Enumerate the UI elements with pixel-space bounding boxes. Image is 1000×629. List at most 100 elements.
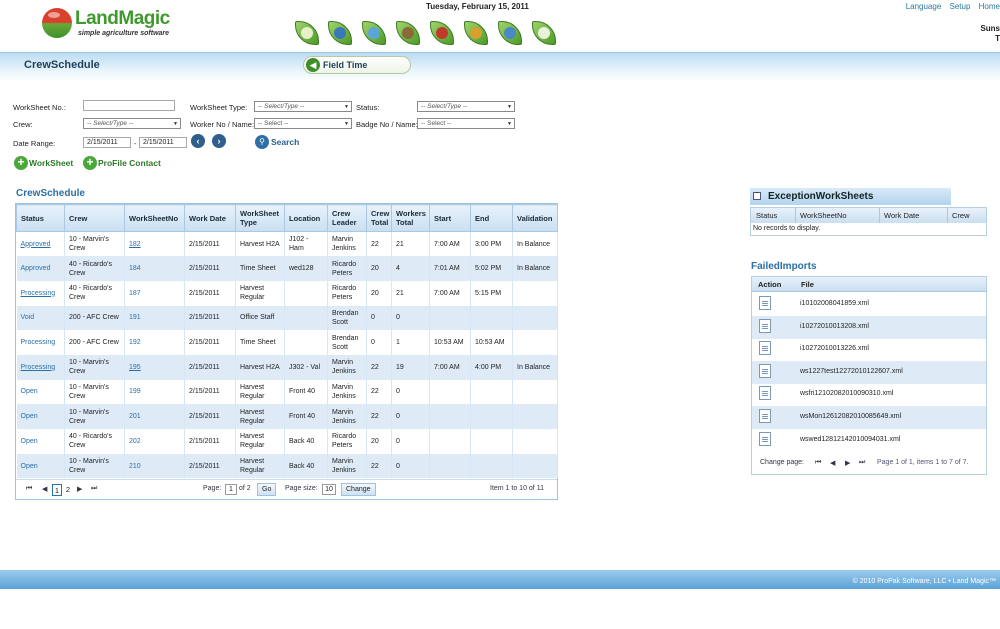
- location-value: J102 - Ham: [289, 236, 309, 253]
- globe-icon[interactable]: [326, 19, 354, 47]
- tractor-icon[interactable]: [462, 19, 490, 47]
- worksheet-no-link[interactable]: 184: [129, 265, 141, 272]
- status-link[interactable]: Open: [21, 463, 38, 470]
- status-link[interactable]: Approved: [21, 241, 51, 248]
- col-status[interactable]: Status: [16, 204, 65, 232]
- table-row[interactable]: Open 40 - Ricardo's Crew 202 2/15/2011 Harve…: [16, 429, 558, 454]
- col-workers-total[interactable]: Workers Total: [391, 204, 430, 232]
- fi-col-action[interactable]: Action: [758, 280, 781, 289]
- table-row[interactable]: Open 10 - Marvin's Crew 201 2/15/2011 Harves…: [16, 404, 558, 429]
- date-to-input[interactable]: 2/15/2011: [139, 137, 187, 148]
- status-link[interactable]: Open: [21, 413, 38, 420]
- blank-leaf-icon[interactable]: [293, 19, 321, 47]
- document-icon[interactable]: [759, 296, 771, 310]
- document-icon[interactable]: [759, 409, 771, 423]
- col-work-date[interactable]: Work Date: [184, 204, 236, 232]
- col-end[interactable]: End: [470, 204, 513, 232]
- page-1-link[interactable]: 1: [52, 484, 62, 496]
- col-crew[interactable]: Crew: [64, 204, 125, 232]
- table-row[interactable]: Void 200 - AFC Crew 191 2/15/2011 Office Sta…: [16, 305, 558, 331]
- exc-col-status[interactable]: Status: [756, 211, 777, 220]
- fi-col-file[interactable]: File: [801, 280, 814, 289]
- fi-last-page-icon[interactable]: ⏭: [859, 459, 865, 467]
- document-icon[interactable]: [759, 431, 771, 446]
- go-button[interactable]: Go: [257, 483, 277, 496]
- col-worksheet-type[interactable]: WorkSheet Type: [235, 204, 285, 232]
- col-crew-leader[interactable]: Crew Leader: [327, 204, 367, 232]
- barn-icon[interactable]: [394, 19, 422, 47]
- exc-col-worksheet-no[interactable]: WorkSheetNo: [800, 211, 847, 220]
- document-icon[interactable]: [759, 386, 771, 401]
- table-row[interactable]: Open 10 - Marvin's Crew 199 2/15/2011 Harves…: [16, 379, 558, 405]
- field-time-button[interactable]: ◀ Field Time: [303, 56, 411, 74]
- status-select[interactable]: -- Select/Type --: [417, 101, 515, 112]
- table-row[interactable]: Processing 40 - Ricardo's Crew 187 2/15/201…: [16, 280, 558, 306]
- col-validation[interactable]: Validation: [512, 204, 558, 232]
- page-size-label: Page size:: [285, 485, 318, 492]
- page-2-link[interactable]: 2: [63, 484, 73, 496]
- prev-page-icon[interactable]: ◀: [42, 485, 47, 493]
- worksheet-no-link[interactable]: 199: [129, 388, 141, 395]
- col-start[interactable]: Start: [429, 204, 471, 232]
- worker-select[interactable]: -- Select --: [254, 118, 352, 129]
- setup-link[interactable]: Setup: [950, 2, 971, 11]
- col-worksheet-no[interactable]: WorkSheetNo: [124, 204, 185, 232]
- worksheet-no-link[interactable]: 191: [129, 314, 141, 321]
- house-icon[interactable]: [428, 19, 456, 47]
- worksheet-no-link[interactable]: 195: [129, 364, 141, 371]
- exc-col-crew[interactable]: Crew: [952, 211, 970, 220]
- language-link[interactable]: Language: [906, 2, 942, 11]
- table-row[interactable]: Processing 200 - AFC Crew 192 2/15/2011 Time…: [16, 330, 558, 355]
- status-link[interactable]: Approved: [21, 265, 51, 272]
- worksheet-type-select[interactable]: -- Select/Type --: [254, 101, 352, 112]
- worksheet-no-link[interactable]: 202: [129, 438, 141, 445]
- worksheet-no-link[interactable]: 182: [129, 241, 141, 248]
- workers-total-cell: 0: [391, 379, 430, 405]
- landmagic-logo[interactable]: LandMagic simple agriculture software: [42, 7, 182, 41]
- work-date-value: 2/15/2011: [189, 265, 220, 273]
- people-icon[interactable]: [360, 19, 388, 47]
- worksheet-no-label: WorkSheet No.:: [13, 103, 66, 112]
- page-input[interactable]: 1: [225, 484, 237, 495]
- exc-col-work-date[interactable]: Work Date: [884, 211, 919, 220]
- next-date-button[interactable]: ›: [212, 134, 226, 148]
- last-page-icon[interactable]: ⏭: [91, 485, 97, 493]
- status-link[interactable]: Open: [21, 388, 38, 395]
- status-link[interactable]: Processing: [21, 364, 56, 371]
- page-size-input[interactable]: 10: [322, 484, 336, 495]
- worksheet-no-link[interactable]: 201: [129, 413, 141, 420]
- col-crew-total[interactable]: Crew Total: [366, 204, 392, 232]
- table-row[interactable]: Open 10 - Marvin's Crew 210 2/15/2011 Harves…: [16, 453, 558, 479]
- badge-select[interactable]: -- Select --: [417, 118, 515, 129]
- table-row[interactable]: Approved 40 - Ricardo's Crew 184 2/15/2011 T…: [16, 256, 558, 281]
- collapse-icon[interactable]: ˆ: [753, 192, 761, 200]
- first-page-icon[interactable]: ⏮: [26, 485, 32, 493]
- document-icon[interactable]: [759, 318, 771, 333]
- status-link[interactable]: Open: [21, 438, 38, 445]
- fi-prev-page-icon[interactable]: ◀: [830, 459, 835, 467]
- fi-next-page-icon[interactable]: ▶: [845, 459, 850, 467]
- crew-select[interactable]: -- Select/Type --: [83, 118, 181, 129]
- document-icon[interactable]: [759, 341, 771, 356]
- worksheet-no-link[interactable]: 210: [129, 463, 141, 470]
- col-location[interactable]: Location: [284, 204, 328, 232]
- next-page-icon[interactable]: ▶: [77, 485, 82, 493]
- status-link[interactable]: Processing: [21, 339, 56, 346]
- date-from-input[interactable]: 2/15/2011: [83, 137, 131, 148]
- worksheet-no-link[interactable]: 192: [129, 339, 141, 346]
- worksheet-no-input[interactable]: [83, 100, 175, 111]
- leaf-icon[interactable]: [530, 19, 558, 47]
- chart-icon[interactable]: [496, 19, 524, 47]
- previous-date-button[interactable]: ‹: [191, 134, 205, 148]
- home-link[interactable]: Home: [979, 2, 1000, 11]
- fi-first-page-icon[interactable]: ⏮: [815, 459, 821, 467]
- table-row[interactable]: Approved 10 - Marvin's Crew 182 2/15/2011 Ha…: [16, 231, 558, 257]
- document-icon[interactable]: [759, 363, 771, 378]
- failed-import-row: i10272010013226.xml: [752, 338, 986, 361]
- table-row[interactable]: Processing 10 - Marvin's Crew 195 2/15/2011…: [16, 354, 558, 380]
- workers-total-cell: 21: [391, 231, 430, 257]
- status-link[interactable]: Void: [21, 314, 35, 321]
- worksheet-no-link[interactable]: 187: [129, 290, 141, 297]
- change-button[interactable]: Change: [341, 483, 376, 496]
- status-link[interactable]: Processing: [21, 290, 56, 297]
